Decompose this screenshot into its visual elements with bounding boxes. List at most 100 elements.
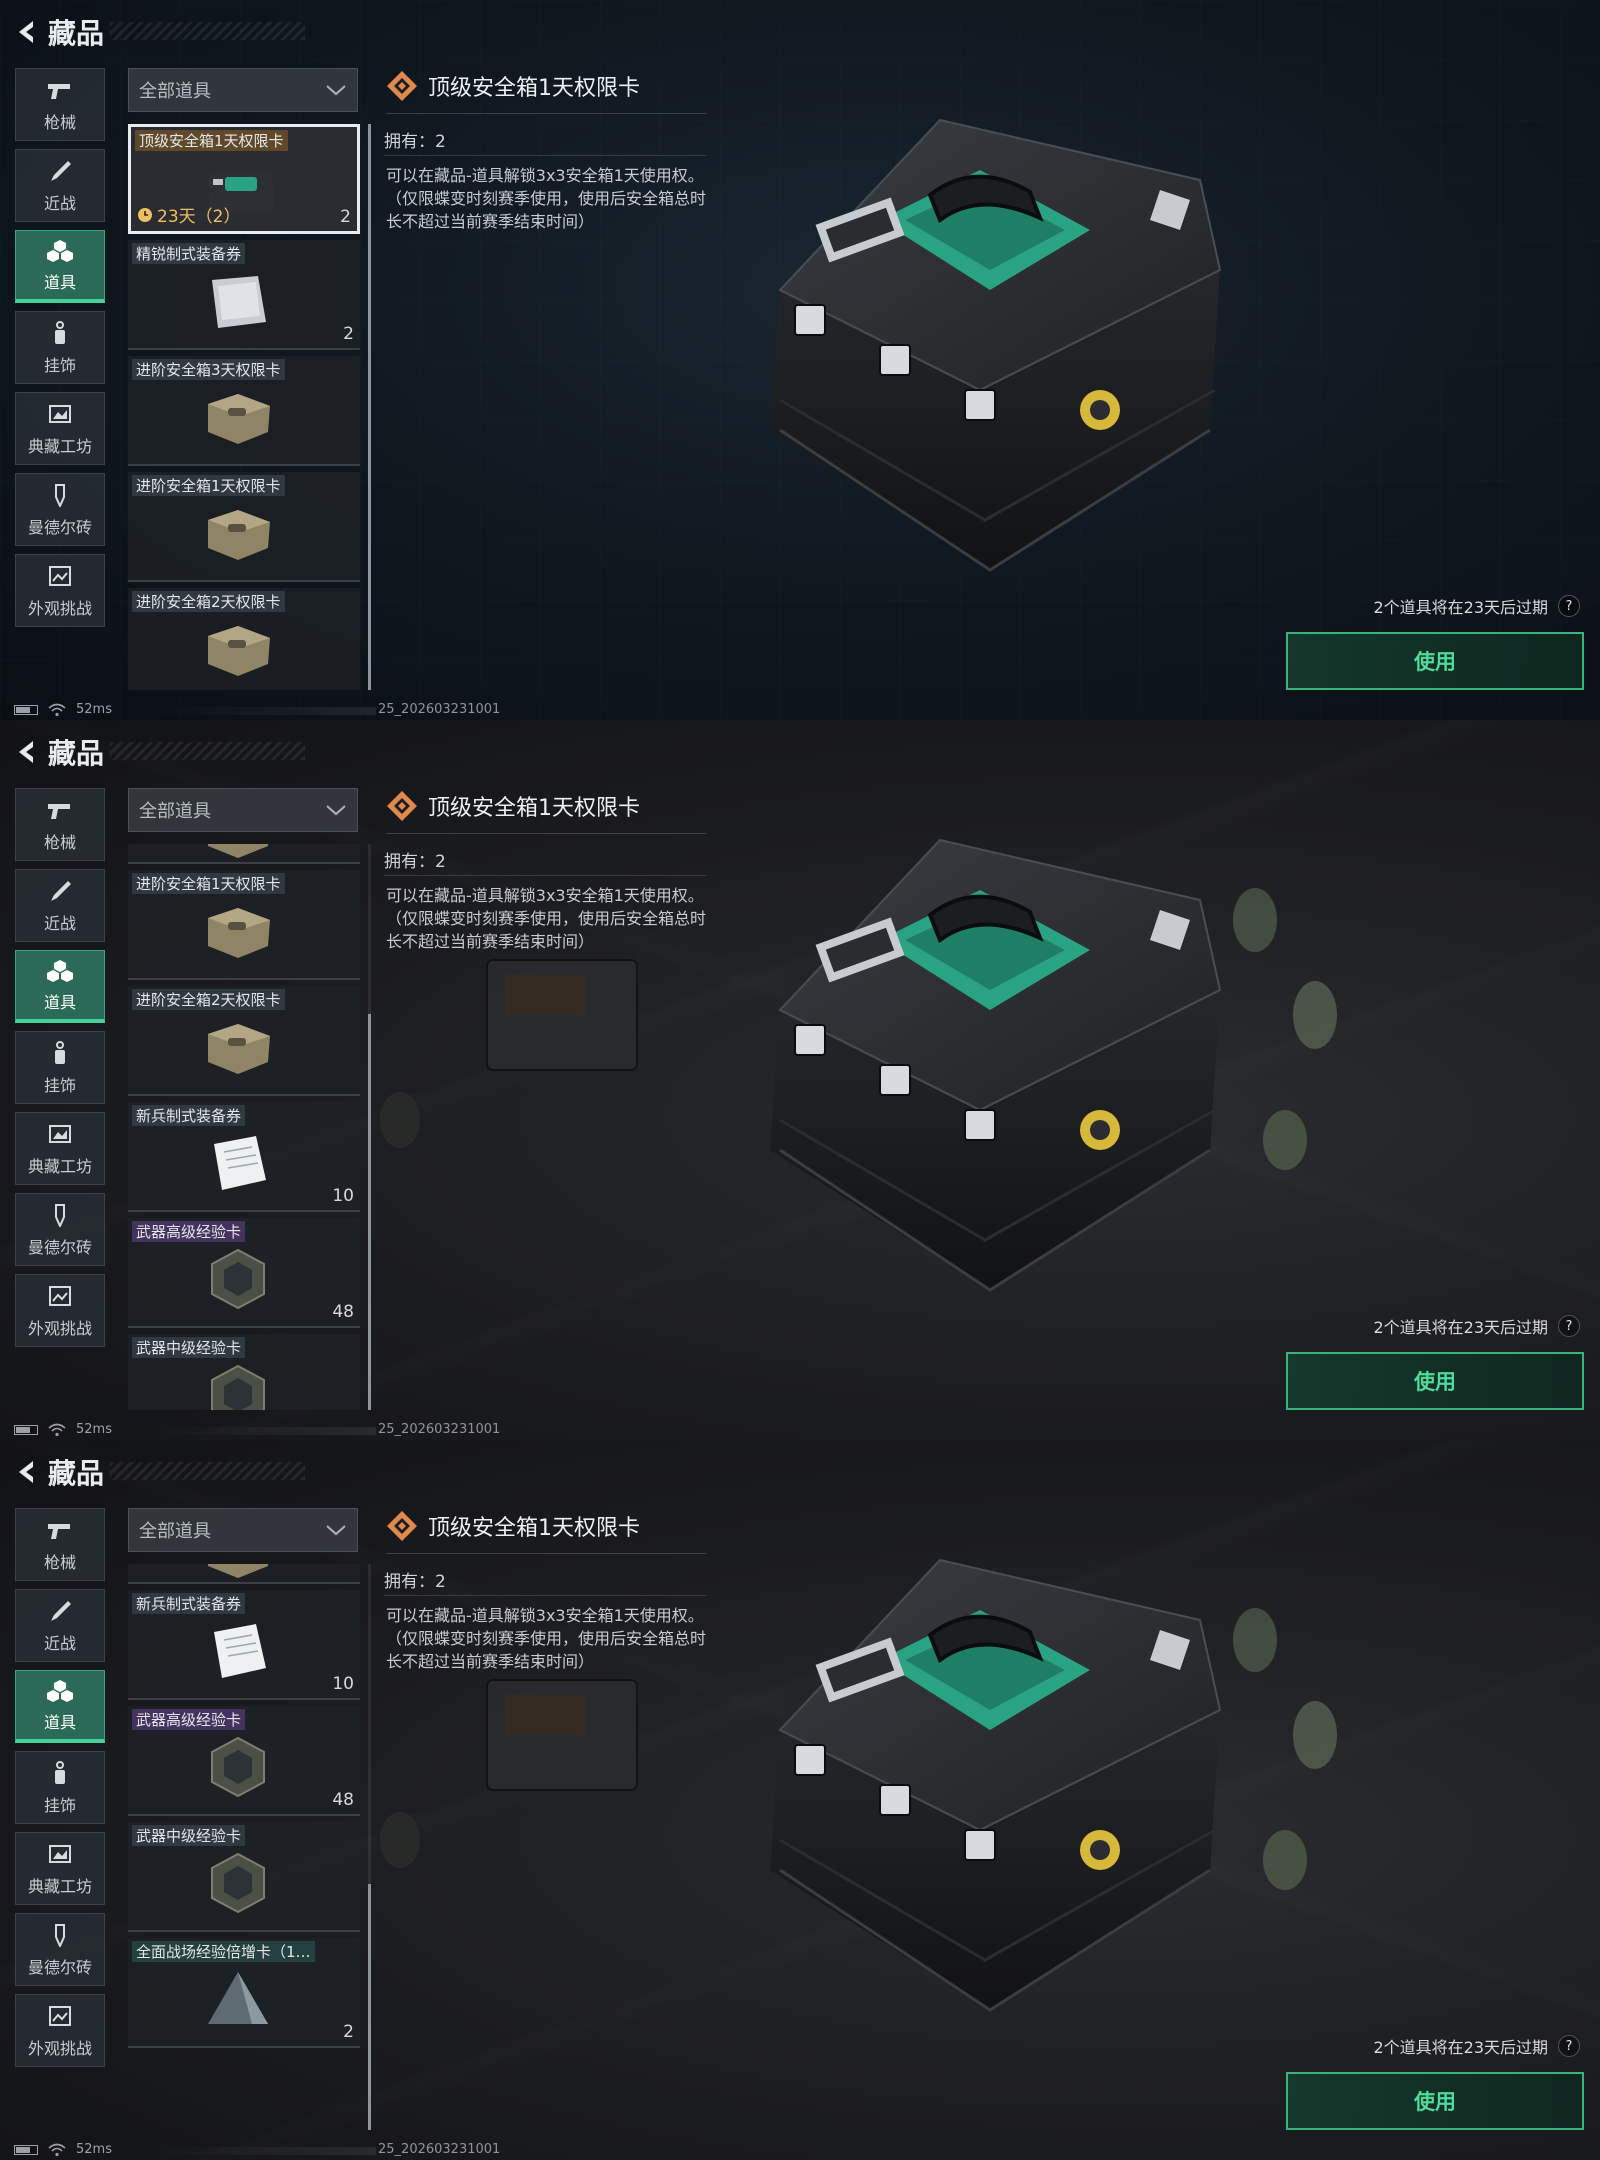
ping-text: 52ms <box>76 1422 112 1437</box>
item-thumbnail <box>198 384 278 450</box>
category-tab[interactable]: 外观挑战 <box>15 554 105 627</box>
category-tab[interactable]: 典藏工坊 <box>15 392 105 465</box>
expire-text: 2个道具将在23天后过期 <box>1373 1318 1548 1337</box>
scrollbar-thumb[interactable] <box>368 124 371 690</box>
expire-text: 2个道具将在23天后过期 <box>1373 2038 1548 2057</box>
workshop-icon <box>45 401 75 427</box>
chevron-down-icon <box>326 85 346 96</box>
help-icon[interactable]: ? <box>1558 1315 1580 1337</box>
category-label: 道具 <box>43 273 76 292</box>
timer-text: 23天（2） <box>157 207 241 227</box>
wifi-icon <box>48 703 66 716</box>
detail-header: 顶级安全箱1天权限卡 <box>386 1510 640 1542</box>
divider <box>386 113 706 114</box>
battery-icon <box>14 1424 38 1435</box>
item-description: 可以在藏品-道具解锁3x3安全箱1天使用权。（仅限蝶变时刻赛季使用，使用后安全箱… <box>386 886 707 951</box>
collection-screen: 藏品 枪械 近战 道具 挂饰 典藏工坊 曼德尔砖 外观挑战 全部道具 新兵制式装备券 10 武器… <box>0 1440 1600 2160</box>
list-item[interactable]: 进阶安全箱1天权限卡 <box>128 472 360 582</box>
title-decoration <box>110 22 305 40</box>
owned-count: 拥有：2 <box>384 1572 446 1592</box>
detail-title: 顶级安全箱1天权限卡 <box>428 76 640 101</box>
detail-header: 顶级安全箱1天权限卡 <box>386 790 640 822</box>
challenge-icon <box>45 563 75 589</box>
items-icon <box>45 237 75 263</box>
item-count: 2 <box>340 207 351 227</box>
list-item[interactable]: 进阶安全箱3天权限卡 <box>128 356 360 466</box>
collection-screen: 藏品 枪械近战道具挂饰典藏工坊曼德尔砖外观挑战 全部道具 顶级安全箱1天权限卡 2… <box>0 0 1600 720</box>
owned-count: 拥有：2 <box>384 852 446 872</box>
category-label: 近战 <box>43 193 76 213</box>
header: 藏品 <box>14 12 104 52</box>
rarity-diamond-icon <box>387 1511 417 1541</box>
item-thumbnail <box>198 616 278 682</box>
clock-icon <box>138 207 152 222</box>
battery-icon <box>14 2144 38 2155</box>
rarity-diamond-icon <box>387 791 417 821</box>
status-bar: 52ms <box>14 2142 112 2157</box>
page-title: 藏品 <box>48 17 105 50</box>
detail-title: 顶级安全箱1天权限卡 <box>428 1516 640 1541</box>
item-thumbnail <box>198 268 278 334</box>
item-description: 可以在藏品-道具解锁3x3安全箱1天使用权。（仅限蝶变时刻赛季使用，使用后安全箱… <box>386 1606 707 1671</box>
list-item[interactable]: 精锐制式装备券 2 <box>128 240 360 350</box>
brick-icon <box>45 482 75 508</box>
back-arrow-icon <box>19 21 33 43</box>
category-tab[interactable]: 枪械 <box>15 68 105 141</box>
category-label: 曼德尔砖 <box>27 517 92 537</box>
item-description: 可以在藏品-道具解锁3x3安全箱1天使用权。（仅限蝶变时刻赛季使用，使用后安全箱… <box>386 166 707 231</box>
expire-note: 2个道具将在23天后过期 ? <box>1373 594 1580 618</box>
category-tab[interactable]: 近战 <box>15 149 105 222</box>
item-list[interactable]: 顶级安全箱1天权限卡 23天（2） 2 精锐制式装备券 2 进阶安全箱3天权限卡 进阶安全箱… <box>128 124 360 690</box>
collection-screen: 藏品 枪械 近战 道具 挂饰 典藏工坊 曼德尔砖 外观挑战 全部道具 进阶安全箱1天权限卡进… <box>0 720 1600 1440</box>
version-bar <box>150 707 376 715</box>
ping-text: 52ms <box>76 702 112 717</box>
category-tab[interactable]: 道具 <box>15 230 105 303</box>
status-bar: 52ms <box>14 1422 112 1437</box>
knife-icon <box>45 158 75 184</box>
wifi-icon <box>48 1423 66 1436</box>
version-bar <box>150 1427 376 1435</box>
divider <box>386 1553 706 1554</box>
detail-title: 顶级安全箱1天权限卡 <box>428 796 640 821</box>
item-thumbnail <box>198 500 278 566</box>
category-label: 挂饰 <box>43 355 76 375</box>
divider <box>386 833 706 834</box>
divider <box>384 155 706 156</box>
version-text: 25_202603231001 <box>378 702 501 717</box>
item-name: 精锐制式装备券 <box>132 243 246 264</box>
list-item[interactable]: 顶级安全箱1天权限卡 23天（2） 2 <box>128 124 360 234</box>
back-button[interactable] <box>14 16 38 48</box>
ping-text: 52ms <box>76 2142 112 2157</box>
category-label: 枪械 <box>43 112 76 132</box>
item-name: 顶级安全箱1天权限卡 <box>135 130 288 151</box>
category-label: 外观挑战 <box>27 598 92 618</box>
list-item[interactable]: 进阶安全箱2天权限卡 <box>128 588 360 690</box>
filter-dropdown[interactable]: 全部道具 <box>128 68 358 112</box>
category-tab[interactable]: 曼德尔砖 <box>15 473 105 546</box>
filter-selected: 全部道具 <box>139 81 211 102</box>
item-count: 2 <box>343 324 354 344</box>
expire-text: 2个道具将在23天后过期 <box>1373 598 1548 617</box>
item-name: 进阶安全箱3天权限卡 <box>132 359 285 380</box>
divider <box>384 1595 706 1596</box>
use-button[interactable]: 使用 <box>1286 632 1584 690</box>
use-button[interactable]: 使用 <box>1286 1352 1584 1410</box>
pistol-icon <box>45 77 75 103</box>
version-text: 25_202603231001 <box>378 1422 501 1437</box>
charm-icon <box>45 320 75 346</box>
battery-icon <box>14 704 38 715</box>
use-button[interactable]: 使用 <box>1286 2072 1584 2130</box>
item-name: 进阶安全箱1天权限卡 <box>132 475 285 496</box>
safe-case-illustration <box>740 100 1240 590</box>
version-text: 25_202603231001 <box>378 2142 501 2157</box>
status-bar: 52ms <box>14 702 112 717</box>
detail-header: 顶级安全箱1天权限卡 <box>386 70 640 102</box>
wifi-icon <box>48 2143 66 2156</box>
category-label: 典藏工坊 <box>27 436 92 456</box>
help-icon[interactable]: ? <box>1558 2035 1580 2057</box>
expiry-timer: 23天（2） <box>137 202 240 227</box>
help-icon[interactable]: ? <box>1558 595 1580 617</box>
version-bar <box>150 2147 376 2155</box>
list-scrollbar[interactable] <box>368 124 371 690</box>
category-tab[interactable]: 挂饰 <box>15 311 105 384</box>
